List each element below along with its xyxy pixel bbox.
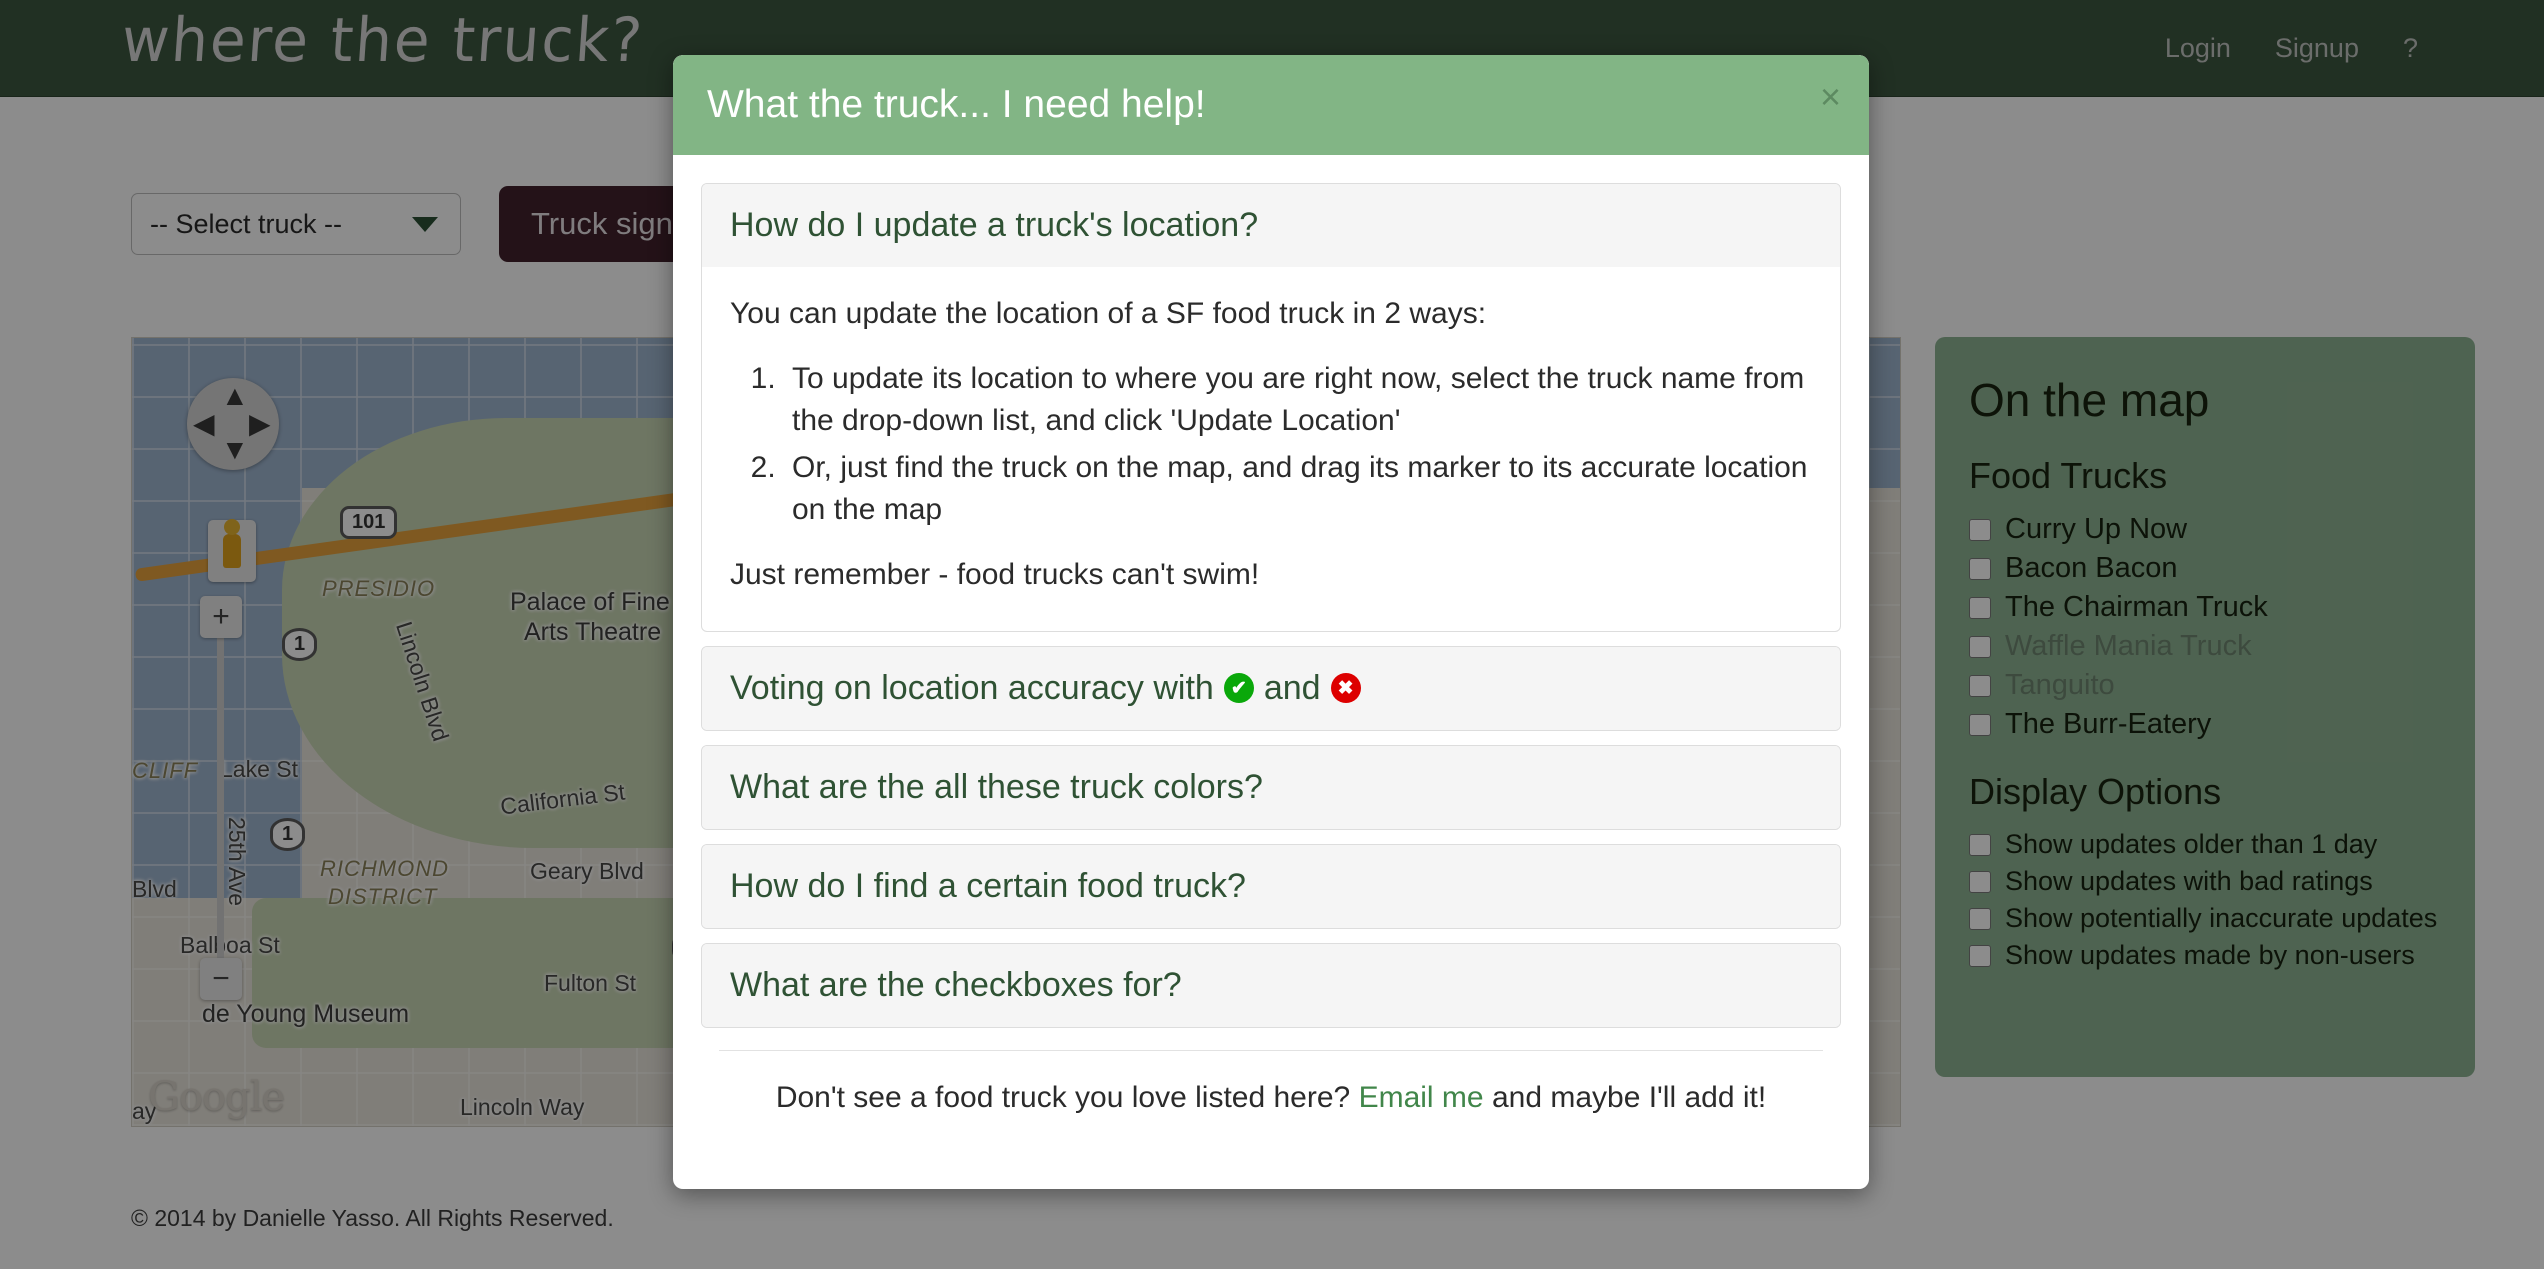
modal-body: How do I update a truck's location? You …	[673, 155, 1869, 1189]
accordion-panel-checkboxes: What are the checkboxes for?	[701, 942, 1841, 1028]
page-root: where the truck? Login Signup ? -- Selec…	[0, 0, 2544, 1269]
modal-title: What the truck... I need help!	[707, 83, 1206, 126]
footer-note-before: Don't see a food truck you love listed h…	[775, 1080, 1351, 1114]
footer-note-after: and maybe I'll add it!	[1491, 1080, 1767, 1114]
close-icon[interactable]: ×	[1820, 79, 1841, 115]
x-circle-icon: ✖	[1330, 673, 1361, 704]
modal-footer-note: Don't see a food truck you love listed h…	[719, 1049, 1823, 1115]
check-circle-icon: ✔	[1223, 673, 1254, 704]
voting-title-middle: and	[1263, 668, 1321, 707]
help-modal: What the truck... I need help! × How do …	[673, 55, 1869, 1189]
accordion-title: What are the all these truck colors?	[730, 767, 1263, 806]
accordion-title: What are the checkboxes for?	[730, 965, 1182, 1004]
update-location-step: Or, just find the truck on the map, and …	[784, 447, 1812, 532]
update-location-steps: To update its location to where you are …	[784, 358, 1812, 532]
accordion-header-checkboxes[interactable]: What are the checkboxes for?	[702, 943, 1840, 1027]
accordion-header-truck-colors[interactable]: What are the all these truck colors?	[702, 745, 1840, 829]
accordion-body-update-location: You can update the location of a SF food…	[702, 267, 1840, 631]
update-location-intro: You can update the location of a SF food…	[730, 297, 1487, 330]
update-location-outro: Just remember - food trucks can't swim!	[730, 557, 1260, 591]
update-location-step: To update its location to where you are …	[784, 358, 1812, 443]
accordion-header-voting[interactable]: Voting on location accuracy with ✔ and ✖	[702, 646, 1840, 730]
accordion-title: How do I find a certain food truck?	[730, 866, 1246, 905]
accordion-title: Voting on location accuracy with ✔ and ✖	[730, 669, 1812, 708]
accordion-panel-update-location: How do I update a truck's location? You …	[701, 183, 1841, 632]
modal-header: What the truck... I need help! ×	[673, 55, 1869, 155]
email-me-link[interactable]: Email me	[1359, 1081, 1484, 1114]
accordion-panel-truck-colors: What are the all these truck colors?	[701, 744, 1841, 830]
accordion-header-find-truck[interactable]: How do I find a certain food truck?	[702, 844, 1840, 928]
accordion-header-update-location[interactable]: How do I update a truck's location?	[702, 184, 1840, 267]
voting-title-prefix: Voting on location accuracy with	[730, 668, 1214, 707]
accordion-title: How do I update a truck's location?	[730, 206, 1259, 244]
accordion-panel-find-truck: How do I find a certain food truck?	[701, 843, 1841, 929]
accordion-panel-voting: Voting on location accuracy with ✔ and ✖	[701, 645, 1841, 731]
